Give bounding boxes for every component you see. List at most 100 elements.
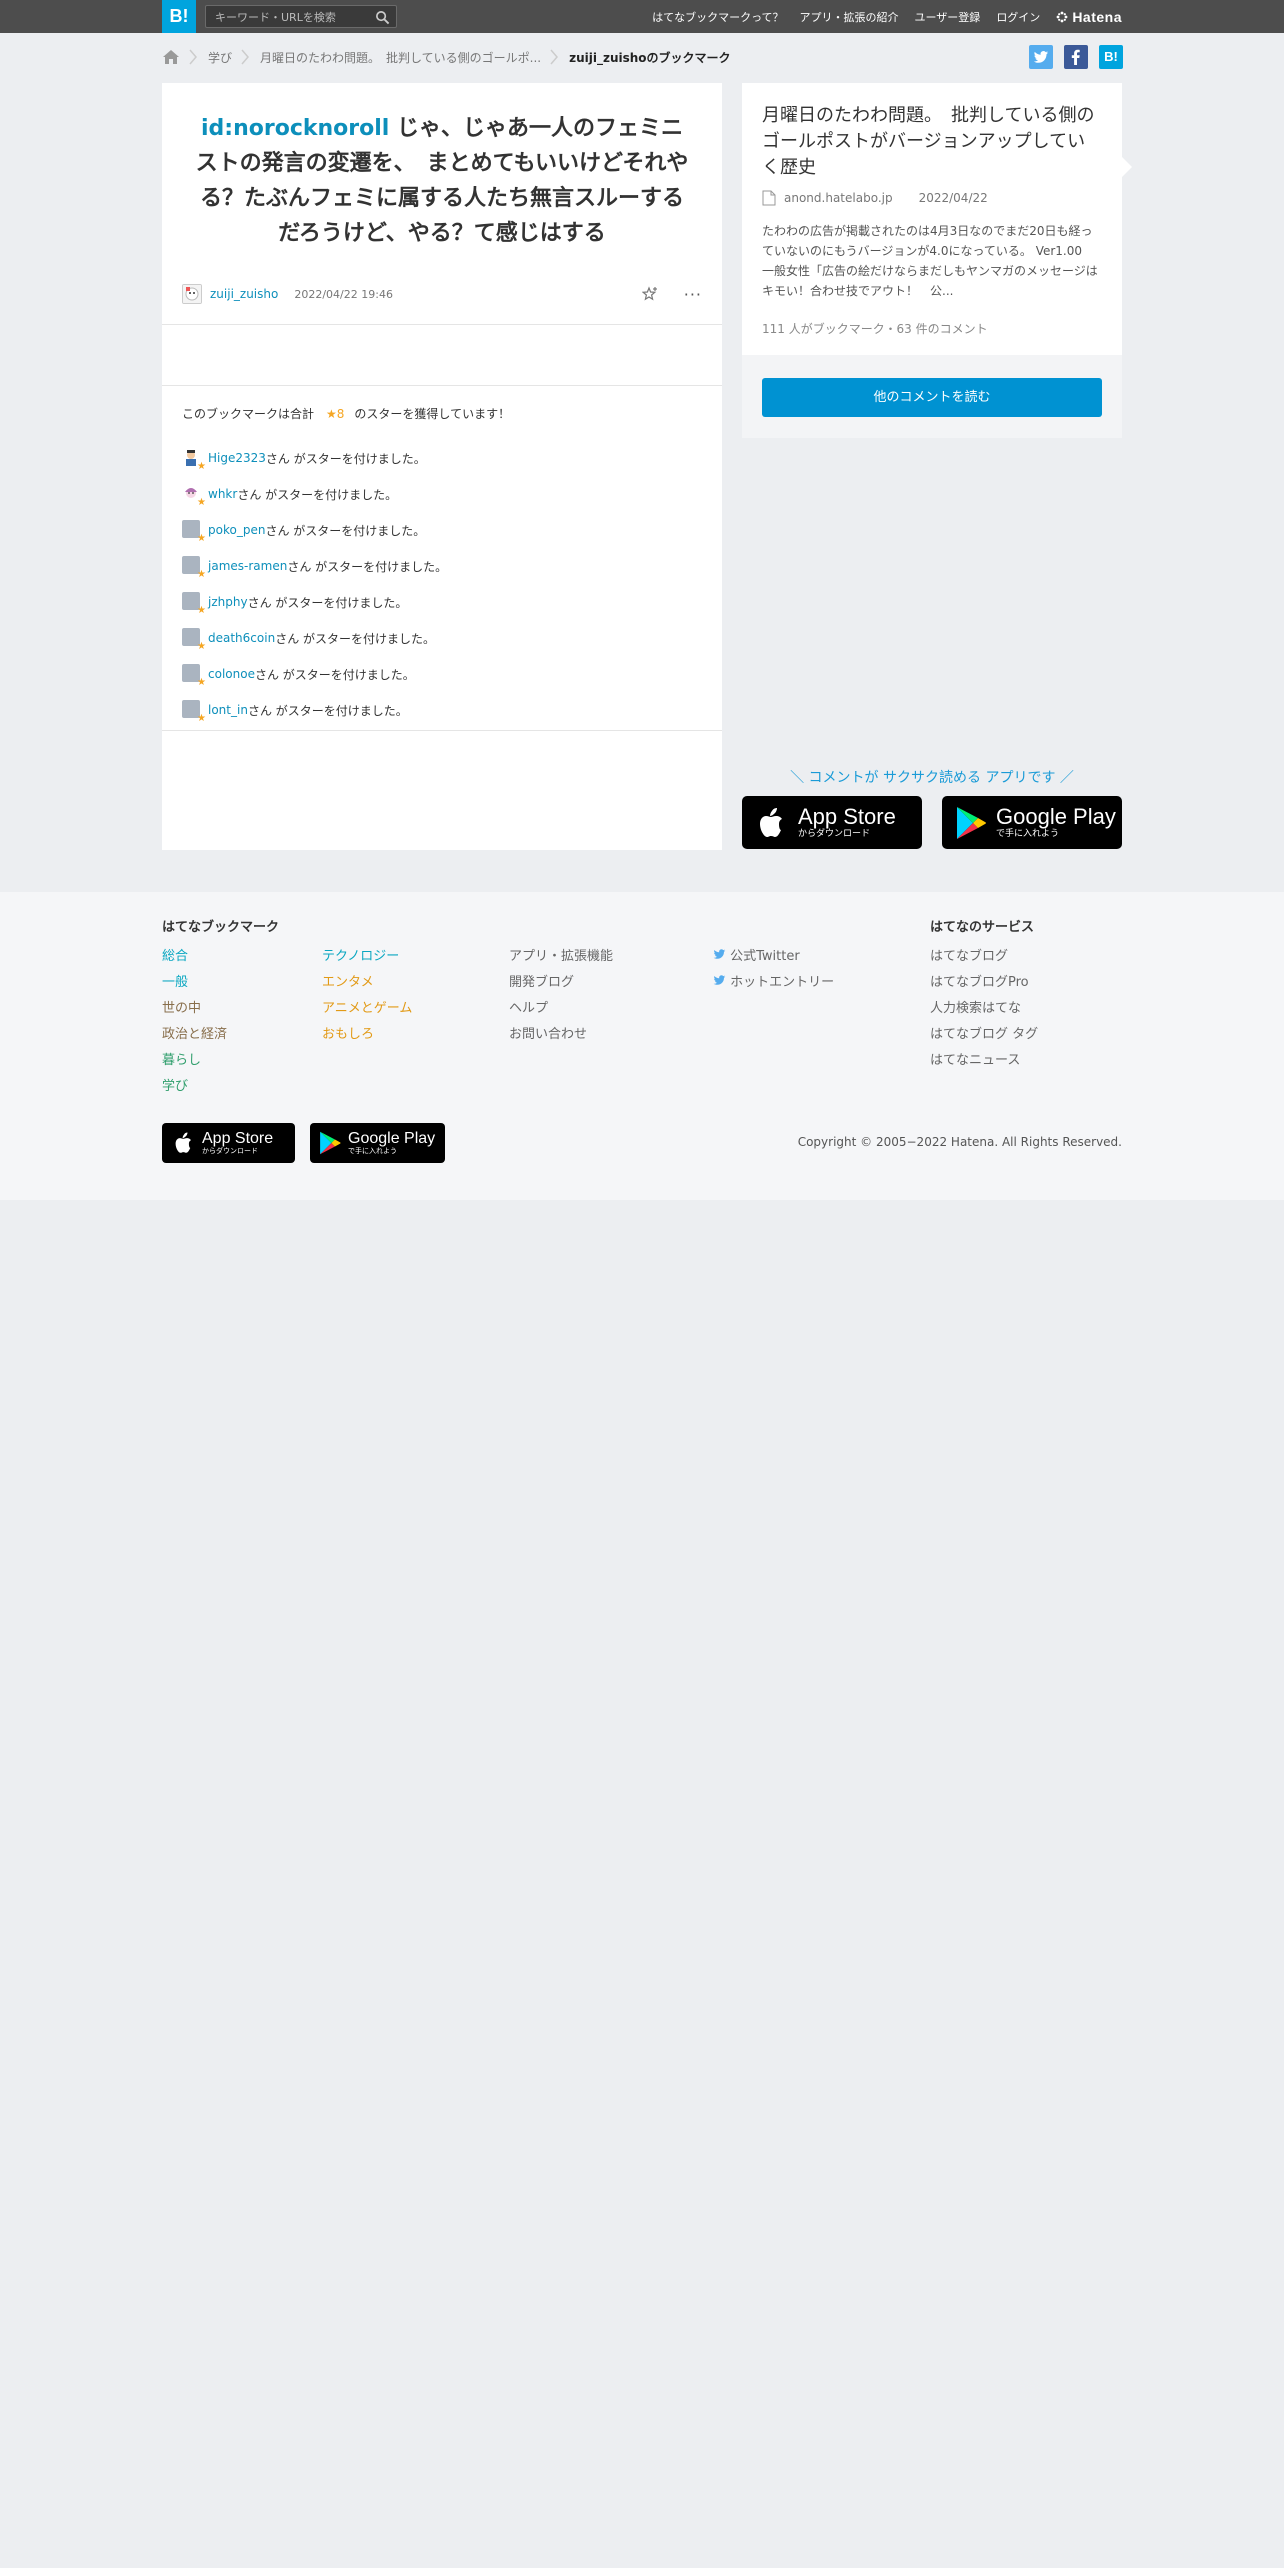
star-user-link[interactable]: jzhphy: [208, 595, 248, 609]
search-box: [205, 5, 397, 28]
footer-twitter-link[interactable]: 公式Twitter: [713, 944, 834, 970]
avatar[interactable]: ★: [182, 484, 206, 508]
site-footer: はてなブックマーク 総合 一般 世の中 政治と経済 暮らし 学び テクノロジー …: [0, 892, 1284, 1200]
hatena-flower-icon: [1056, 11, 1068, 22]
copyright: Copyright © 2005−2022 Hatena. All Rights…: [797, 1135, 1122, 1149]
entry-domain[interactable]: anond.hatelabo.jp: [784, 191, 893, 205]
twitter-share-button[interactable]: [1029, 45, 1053, 69]
nav-login[interactable]: ログイン: [996, 9, 1040, 25]
app-store-sublabel: からダウンロード: [798, 828, 871, 839]
footer-link[interactable]: 開発ブログ: [509, 970, 613, 996]
divider: [162, 324, 722, 325]
avatar[interactable]: [182, 284, 202, 304]
nav-apps[interactable]: アプリ・拡張の紹介: [800, 9, 899, 25]
footer-link[interactable]: 学び: [162, 1074, 279, 1100]
footer-link[interactable]: アプリ・拡張機能: [509, 944, 613, 970]
footer-link[interactable]: 一般: [162, 970, 279, 996]
star-user-link[interactable]: poko_pen: [208, 523, 265, 537]
star-icon: ★: [197, 497, 206, 508]
page-icon: [762, 190, 776, 206]
star-icon: ★: [197, 533, 206, 544]
footer-link[interactable]: おもしろ: [322, 1022, 412, 1048]
hatena-bookmark-logo[interactable]: B!: [162, 0, 196, 33]
star-user-link[interactable]: lont_in: [208, 703, 248, 717]
footer-link[interactable]: 暮らし: [162, 1048, 279, 1074]
footer-twitter-link[interactable]: ホットエントリー: [713, 970, 834, 996]
breadcrumb-current: zuiji_zuishoのブックマーク: [569, 50, 731, 65]
chevron-right-icon: [189, 49, 197, 65]
chevron-right-icon: [550, 49, 559, 65]
nav-about[interactable]: はてなブックマークって？: [652, 9, 783, 25]
star-message: さん がスターを付けました。: [275, 631, 436, 646]
star-count[interactable]: ★8: [326, 407, 344, 421]
bookmark-username[interactable]: zuiji_zuisho: [210, 287, 278, 301]
footer-app-store-button[interactable]: App Store からダウンロード: [162, 1123, 295, 1163]
avatar[interactable]: ★: [182, 700, 206, 724]
bookmark-meta: zuiji_zuisho 2022/04/22 19:46 ···: [182, 281, 702, 307]
hatena-bookmark-share-button[interactable]: B!: [1099, 45, 1123, 69]
footer-link[interactable]: お問い合わせ: [509, 1022, 613, 1048]
read-comments-button[interactable]: 他のコメントを読む: [762, 378, 1102, 417]
app-store-sublabel: からダウンロード: [202, 1146, 258, 1155]
facebook-share-button[interactable]: [1064, 45, 1088, 69]
avatar[interactable]: ★: [182, 628, 206, 652]
avatar[interactable]: ★: [182, 520, 206, 544]
star-user-link[interactable]: whkr: [208, 487, 237, 501]
breadcrumb-category[interactable]: 学び: [208, 49, 232, 66]
avatar[interactable]: ★: [182, 664, 206, 688]
bookmark-comment: id:norocknoroll じゃ、じゃあ一人のフェミニストの発言の変遷を、 …: [162, 83, 722, 251]
footer-link[interactable]: はてなブログPro: [930, 970, 1038, 996]
star-user-link[interactable]: james-ramen: [208, 559, 287, 573]
star-message: さん がスターを付けました。: [287, 559, 448, 574]
footer-link[interactable]: 世の中: [162, 996, 279, 1022]
star-user-link[interactable]: death6coin: [208, 631, 275, 645]
avatar[interactable]: ★: [182, 556, 206, 580]
breadcrumb-entry[interactable]: 月曜日のたわわ問題。 批判している側のゴールポ...: [260, 49, 541, 66]
footer-link[interactable]: アニメとゲーム: [322, 996, 412, 1022]
footer-heading-spacer: [322, 916, 412, 934]
app-store-button[interactable]: App Store からダウンロード: [742, 796, 922, 849]
star-list: ★ Hige2323 さん がスターを付けました。 ★ whkr さん がスターを付…: [182, 440, 447, 728]
list-item: ★ jzhphy さん がスターを付けました。: [182, 584, 447, 620]
star-user-link[interactable]: Hige2323: [208, 451, 266, 465]
star-message: さん がスターを付けました。: [237, 487, 398, 502]
apple-icon: [175, 1132, 191, 1153]
star-user-link[interactable]: colonoe: [208, 667, 255, 681]
more-menu-button[interactable]: ···: [684, 285, 702, 304]
entry-title[interactable]: 月曜日のたわわ問題。 批判している側のゴールポストがバージョンアップしていく歴史: [742, 83, 1122, 181]
app-store-label: App Store: [202, 1129, 274, 1147]
footer-link[interactable]: はてなブログ: [930, 944, 1038, 970]
nav-register[interactable]: ユーザー登録: [915, 9, 981, 25]
footer-link[interactable]: はてなブログ タグ: [930, 1022, 1038, 1048]
footer-google-play-button[interactable]: Google Play で手に入れよう: [310, 1123, 445, 1163]
footer-link[interactable]: 人力検索はてな: [930, 996, 1038, 1022]
footer-link[interactable]: テクノロジー: [322, 944, 412, 970]
add-star-icon[interactable]: [641, 286, 658, 302]
google-play-label: Google Play: [348, 1129, 436, 1147]
star-message: さん がスターを付けました。: [247, 595, 408, 610]
google-play-button[interactable]: Google Play で手に入れよう: [942, 796, 1122, 849]
home-icon[interactable]: [162, 49, 180, 65]
search-input[interactable]: [206, 7, 366, 28]
footer-link[interactable]: エンタメ: [322, 970, 412, 996]
footer-link[interactable]: 政治と経済: [162, 1022, 279, 1048]
avatar[interactable]: ★: [182, 592, 206, 616]
user-avatar-icon: [183, 285, 201, 303]
footer-link[interactable]: はてなニュース: [930, 1048, 1038, 1074]
divider: [162, 730, 722, 731]
search-icon[interactable]: [375, 10, 390, 25]
bookmark-timestamp[interactable]: 2022/04/22 19:46: [294, 288, 393, 301]
footer-info: アプリ・拡張機能 開発ブログ ヘルプ お問い合わせ: [509, 916, 613, 1048]
footer-link[interactable]: 総合: [162, 944, 279, 970]
footer-link[interactable]: ヘルプ: [509, 996, 613, 1022]
facebook-icon: [1071, 49, 1080, 65]
hatena-brand[interactable]: Hatena: [1056, 9, 1122, 25]
global-header: B! はてなブックマークって？ アプリ・拡張の紹介 ユーザー登録 ログイン Ha…: [0, 0, 1284, 33]
avatar[interactable]: ★: [182, 448, 206, 472]
twitter-icon: [713, 975, 726, 985]
google-play-icon: [320, 1131, 341, 1155]
list-item: ★ lont_in さん がスターを付けました。: [182, 692, 447, 728]
id-call-link[interactable]: id:norocknoroll: [201, 116, 389, 141]
entry-counts[interactable]: 111 人がブックマーク・63 件のコメント: [762, 320, 988, 337]
apple-icon: [760, 807, 782, 837]
